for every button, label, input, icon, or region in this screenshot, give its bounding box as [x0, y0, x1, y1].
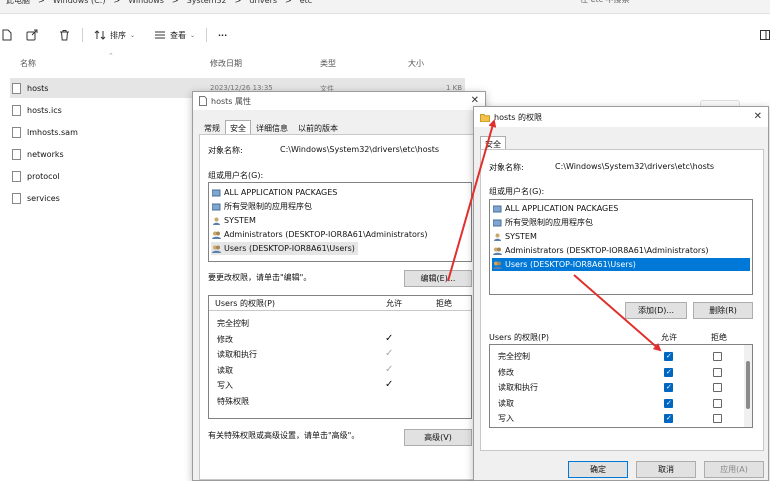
arrow-to-full-control: [573, 274, 662, 352]
annotation-arrows: [444, 119, 662, 352]
arrow-to-permissions-dialog: [447, 119, 497, 282]
arrow-to-users-item: [444, 270, 500, 281]
